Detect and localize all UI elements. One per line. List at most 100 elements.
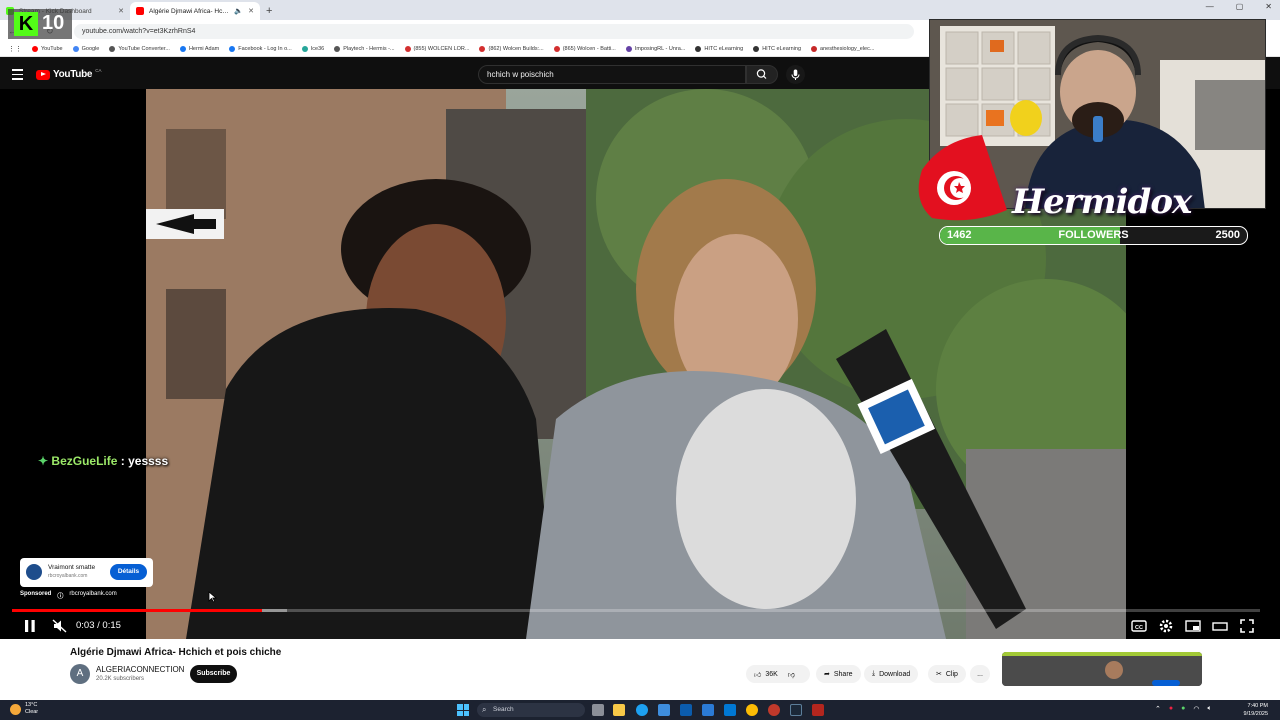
bookmark-item[interactable]: HITC eLearning [753,46,801,52]
search-input[interactable]: hchich w poischich [478,65,746,84]
ad-card[interactable]: Vraimont smatte rbcroyalbank.com Détails [20,558,153,587]
tray-app-icon[interactable]: ● [1169,705,1173,713]
app-icon[interactable] [702,704,714,716]
youtube-logo[interactable]: YouTube CA [36,68,101,80]
bookmark-item[interactable]: Ice36 [301,46,325,52]
thumbnail-image [1002,652,1202,686]
window-controls: — ▢ ✕ [1206,2,1272,11]
app-icon[interactable] [680,704,692,716]
search-button[interactable] [746,65,778,84]
maximize-icon[interactable]: ▢ [1236,2,1244,11]
bookmark-item[interactable]: Playtech - Hermis -... [334,46,395,52]
miniplayer-icon[interactable] [1184,617,1202,635]
bookmark-item[interactable]: ImposingRL - Unra... [625,46,685,52]
bookmark-favicon-icon [32,46,38,52]
outlook-icon[interactable] [724,704,736,716]
bookmark-item[interactable]: (862) Wolcen Builds:... [479,46,544,52]
captions-icon[interactable]: CC [1130,617,1148,635]
bookmark-label: anesthesiology_elec... [820,46,875,52]
wifi-icon[interactable]: ◠ [1193,705,1199,713]
close-tab-icon[interactable]: ✕ [248,7,254,15]
follower-goal: 2500 [1215,229,1240,241]
video-details: Algérie Djmawi Africa- Hchich et pois ch… [0,639,1280,700]
sponsored-domain[interactable]: rbcroyalbank.com [69,591,116,600]
more-actions-button[interactable]: ... [970,665,990,683]
subscriber-count: 20.2K subscribers [96,676,145,682]
dislike-icon[interactable]: 👎︎ [788,670,795,679]
url-input[interactable]: youtube.com/watch?v=et3KzrhRnS4 [74,23,914,39]
close-window-icon[interactable]: ✕ [1265,2,1272,11]
chat-text: yessss [128,454,169,468]
mouse-cursor-icon [208,591,217,603]
theater-mode-icon[interactable] [1211,617,1229,635]
info-icon[interactable]: ⓘ [57,591,63,600]
like-count[interactable]: 36K [765,671,777,678]
bookmark-label: Playtech - Hermis -... [343,46,395,52]
sponsored-label: Sponsored [20,591,52,597]
screen: Stream - Kick Dashboard ✕ Algérie Djmawi… [0,0,1280,720]
recommended-video-thumbnail[interactable] [1002,652,1202,686]
edge-icon[interactable] [636,704,648,716]
voice-search-button[interactable] [786,65,805,84]
bookmark-favicon-icon [625,46,632,52]
share-icon: ➦ [824,671,830,678]
bookmark-item[interactable]: Google [72,46,99,52]
weather-text: 13°C Clear [25,702,38,716]
fullscreen-icon[interactable] [1238,617,1256,635]
app-icon[interactable] [812,704,824,716]
tab-youtube-video[interactable]: Algérie Djmawi Africa- Hchich et pois ch… [130,2,260,20]
menu-icon[interactable] [12,69,23,83]
subscribe-button[interactable]: Subscribe [190,665,237,683]
channel-name[interactable]: ALGERIACONNECTION [96,665,184,674]
tray-app-icon[interactable]: ● [1181,705,1185,713]
bookmark-favicon-icon [334,46,341,52]
share-button[interactable]: ➦ Share [816,665,861,683]
volume-icon[interactable]: 🔈︎ [1207,705,1211,713]
system-clock[interactable]: 7:40 PM 9/19/2025 [1244,702,1268,718]
bookmark-label: YouTube [41,46,63,52]
chrome-icon[interactable] [746,704,758,716]
tunisia-flag-icon [918,135,1007,221]
muted-volume-icon[interactable] [50,617,70,635]
bookmark-favicon-icon [479,46,486,52]
apps-grid-icon[interactable]: ⋮⋮ [8,45,22,53]
bookmark-item[interactable]: Facebook - Log In o... [229,46,292,52]
clip-button[interactable]: ✂ Clip [928,665,966,683]
clock-time: 7:40 PM [1247,703,1268,709]
like-icon[interactable]: 👍︎ [754,670,761,679]
channel-avatar[interactable]: A [70,664,90,684]
bookmark-item[interactable]: (855) WOLCEN LOR... [404,46,469,52]
bookmark-item[interactable]: Hermi Adam [179,46,219,52]
bookmark-item[interactable]: YouTube [32,46,63,52]
chat-badge-icon: ✦ [38,454,49,468]
minimize-icon[interactable]: — [1206,2,1214,11]
ad-details-button[interactable]: Détails [110,564,147,580]
bookmark-favicon-icon [301,46,308,52]
tray-chevron-icon[interactable]: ⌃ [1155,705,1161,713]
system-tray: ⌃ ● ● ◠ 🔈︎ [1155,705,1212,713]
bookmark-item[interactable]: (865) Wolcen - Batti... [553,46,616,52]
audio-icon[interactable]: 🔈 [234,7,243,15]
close-tab-icon[interactable]: ✕ [118,7,124,15]
new-tab-button[interactable]: + [266,2,272,20]
bookmark-item[interactable]: anesthesiology_elec... [811,46,874,52]
bookmark-item[interactable]: HITC eLearning [695,46,743,52]
taskbar-search[interactable]: Search [477,703,585,717]
steam-icon[interactable] [790,704,802,716]
bookmark-item[interactable]: YouTube Converter... [109,46,170,52]
pause-icon[interactable] [20,617,40,635]
weather-icon [10,703,21,715]
app-icon[interactable] [768,704,780,716]
store-icon[interactable] [658,704,670,716]
settings-gear-icon[interactable] [1157,617,1175,635]
bookmark-label: Ice36 [310,46,325,52]
like-dislike-group: 👍︎ 36K 👎︎ [746,665,810,683]
weather-widget[interactable]: 13°C Clear [10,702,38,716]
progress-bar[interactable] [12,609,1260,612]
task-view-icon[interactable] [592,704,604,716]
file-explorer-icon[interactable] [613,704,625,716]
bookmark-favicon-icon [811,46,818,52]
download-button[interactable]: ⤓ Download [864,665,919,683]
advertiser-logo [26,564,42,580]
windows-start-icon[interactable] [457,704,469,716]
